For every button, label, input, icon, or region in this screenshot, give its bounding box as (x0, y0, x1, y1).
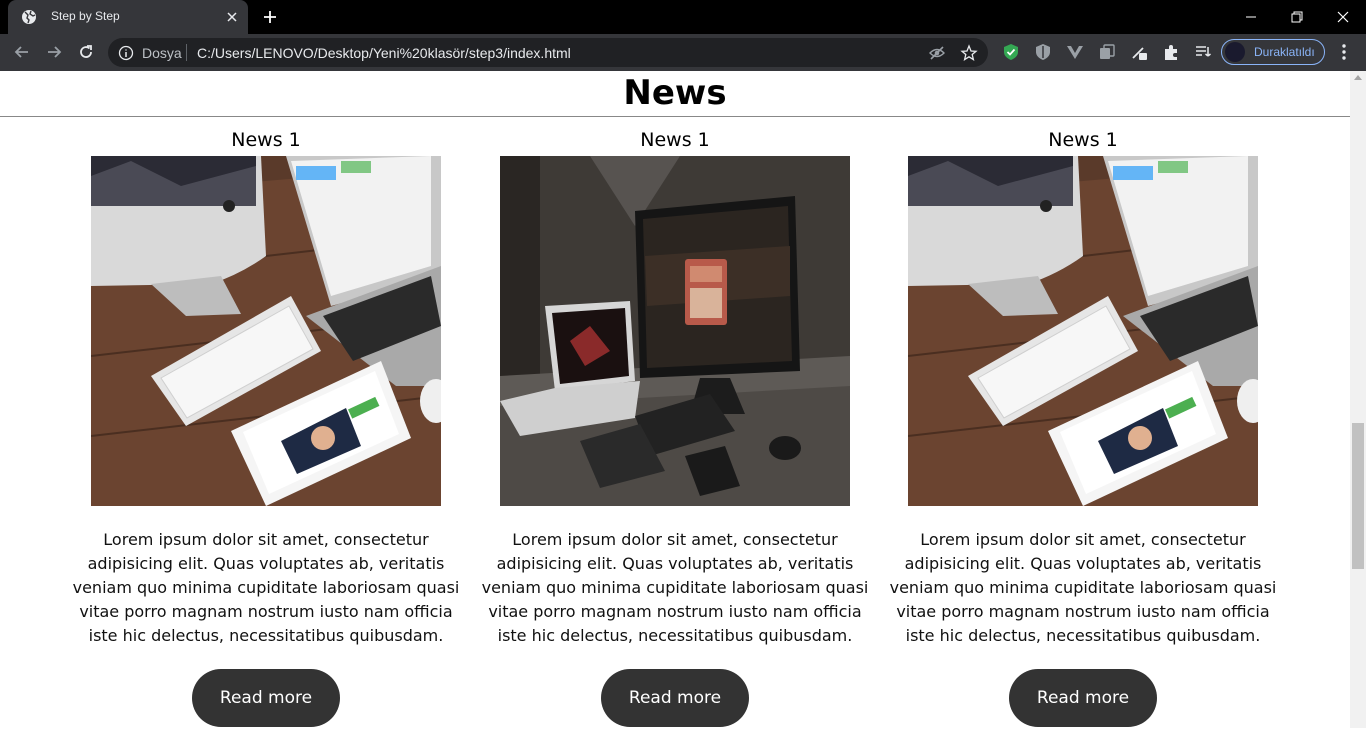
reload-icon[interactable] (76, 42, 96, 62)
star-icon[interactable] (960, 44, 978, 62)
card-title: News 1 (231, 129, 301, 151)
forward-icon[interactable] (44, 42, 64, 62)
profile-status: Duraklatıldı (1254, 45, 1315, 59)
back-icon[interactable] (12, 42, 32, 62)
news-image (91, 156, 441, 506)
globe-icon (22, 10, 36, 24)
read-more-button[interactable]: Read more (1009, 669, 1157, 727)
privacy-shield-icon[interactable] (1034, 43, 1052, 61)
minimize-icon[interactable] (1241, 7, 1261, 27)
tab-title: Step by Step (51, 9, 120, 23)
browser-toolbar: Dosya C:/Users/LENOVO/Desktop/Yeni%20kla… (0, 34, 1366, 71)
kebab-menu-icon[interactable] (1336, 43, 1352, 61)
card-description: Lorem ipsum dolor sit amet, consectetur … (72, 530, 460, 645)
copy-tabs-icon[interactable] (1098, 43, 1116, 61)
news-image (908, 156, 1258, 506)
restore-icon[interactable] (1287, 7, 1307, 27)
page-viewport: News News 1 Lorem ipsum dolor sit amet, … (0, 71, 1350, 728)
vertical-scrollbar[interactable] (1350, 71, 1366, 728)
close-icon[interactable] (224, 9, 240, 25)
profile-paused-button[interactable]: Duraklatıldı (1221, 39, 1325, 65)
scrollbar-thumb[interactable] (1352, 423, 1364, 569)
reading-list-icon[interactable] (1194, 43, 1212, 61)
address-bar[interactable]: Dosya C:/Users/LENOVO/Desktop/Yeni%20kla… (108, 38, 988, 67)
scroll-up-arrow-icon[interactable] (1354, 75, 1362, 80)
address-scheme: Dosya (142, 45, 182, 61)
news-card: News 1 Lorem ipsum dolor sit amet, conse… (475, 129, 875, 729)
new-tab-icon[interactable] (262, 9, 278, 25)
address-url[interactable]: C:/Users/LENOVO/Desktop/Yeni%20klasör/st… (197, 45, 571, 61)
browser-tab[interactable]: Step by Step (8, 0, 248, 34)
section-divider (0, 116, 1350, 117)
tab-strip: Step by Step (0, 0, 1366, 34)
news-card: News 1 Lorem ipsum dolor sit amet, conse… (66, 129, 466, 729)
color-picker-icon[interactable] (1130, 43, 1148, 61)
news-card: News 1 Lorem ipsum dolor sit amet, conse… (883, 129, 1283, 729)
card-description: Lorem ipsum dolor sit amet, consectetur … (889, 530, 1277, 645)
news-image (500, 156, 850, 506)
avatar (1225, 42, 1245, 62)
card-title: News 1 (640, 129, 710, 151)
extensions-puzzle-icon[interactable] (1162, 43, 1180, 61)
card-description: Lorem ipsum dolor sit amet, consectetur … (481, 530, 869, 645)
page-title: News (623, 73, 727, 113)
card-title: News 1 (1048, 129, 1118, 151)
adguard-shield-icon[interactable] (1002, 43, 1020, 61)
eye-off-icon[interactable] (928, 44, 946, 62)
vue-devtools-icon[interactable] (1066, 43, 1084, 61)
info-icon[interactable] (118, 45, 134, 61)
address-separator (186, 44, 187, 61)
read-more-button[interactable]: Read more (192, 669, 340, 727)
read-more-button[interactable]: Read more (601, 669, 749, 727)
close-window-icon[interactable] (1333, 7, 1353, 27)
